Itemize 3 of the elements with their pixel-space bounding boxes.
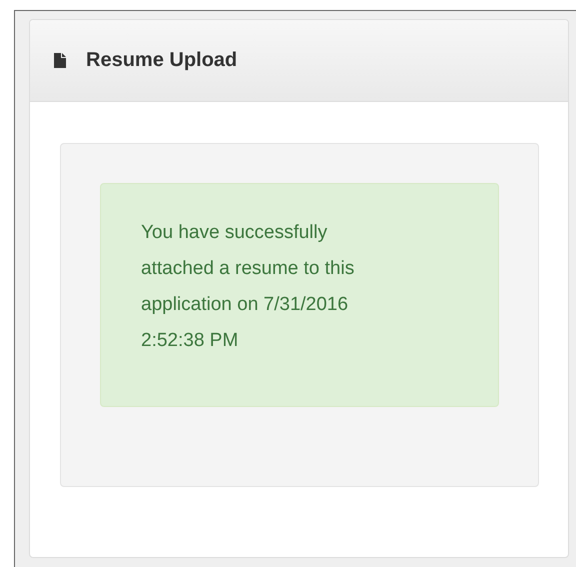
file-icon — [54, 53, 66, 68]
alert-message: You have successfully attached a resume to this application on 7/31/2016 2:52:38 PM — [141, 222, 354, 351]
panel-title: Resume Upload — [86, 49, 238, 72]
